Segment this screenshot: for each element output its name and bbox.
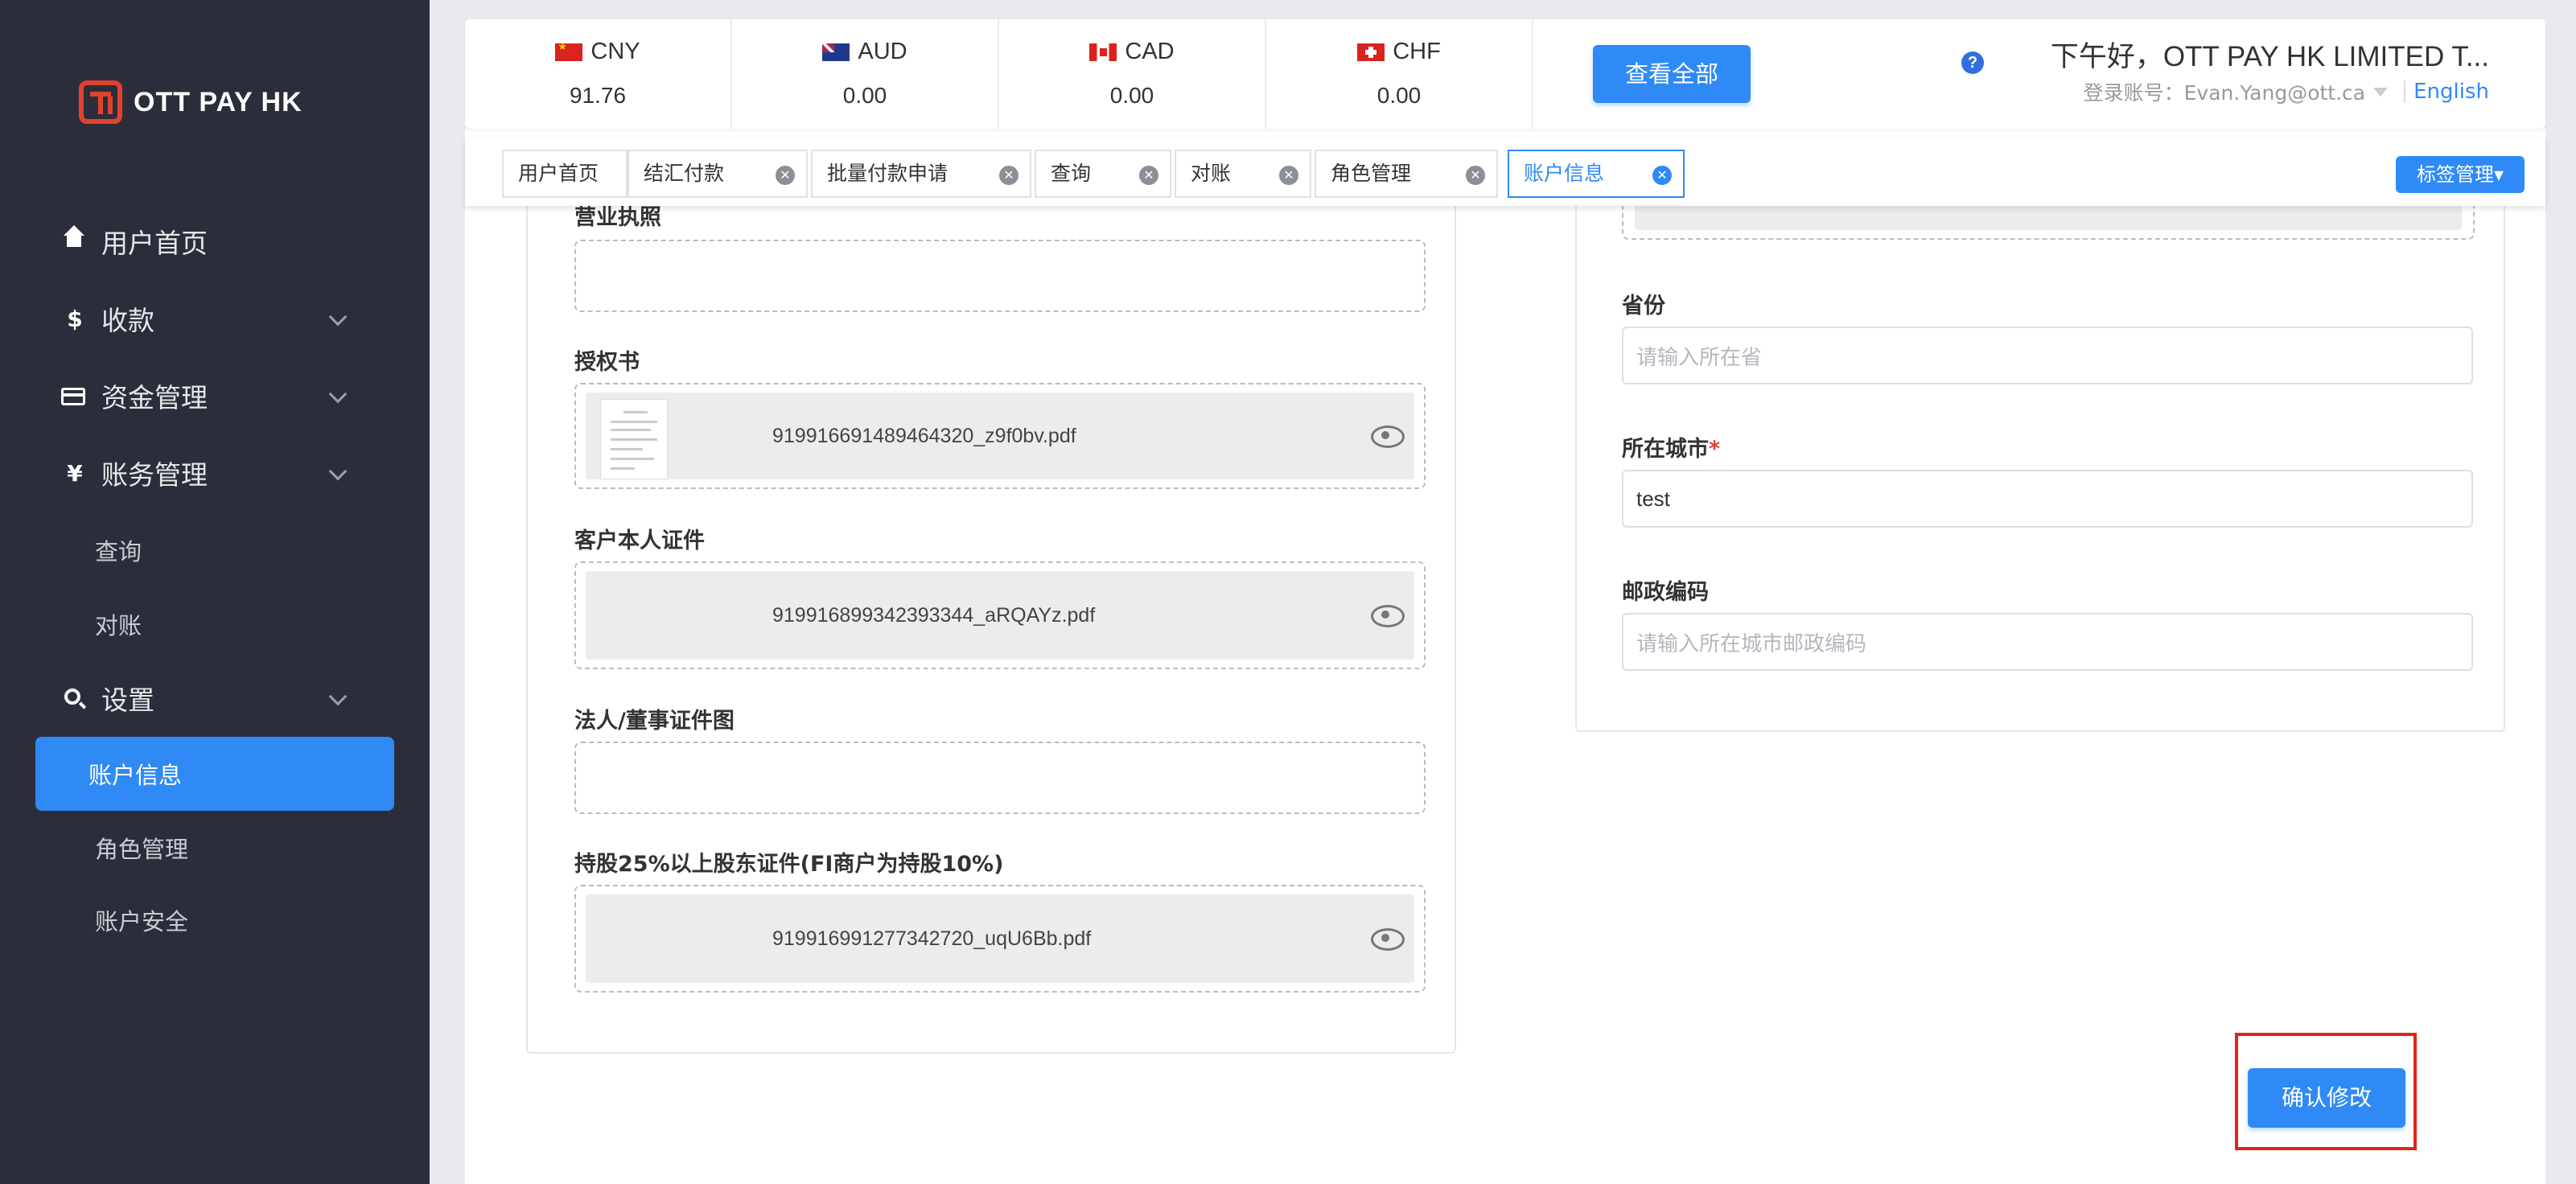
file-item: 919916899342393344_aRQAYz.pdf (586, 571, 1414, 660)
currency-balance: 0.00 (1376, 83, 1422, 108)
file-item: 919916991277342720_uqU6Bb.pdf (586, 894, 1414, 983)
view-all-button[interactable]: 查看全部 (1593, 45, 1751, 103)
tab-batch-payment[interactable]: 批量付款申请 ✕ (811, 150, 1031, 198)
sidebar-item-label: 账务管理 (101, 459, 208, 491)
authorization-upload[interactable]: 919916691489464320_z9f0bv.pdf (574, 383, 1426, 489)
confirm-button[interactable]: 确认修改 (2248, 1068, 2405, 1128)
china-flag-icon (555, 40, 583, 61)
divider (2404, 80, 2406, 103)
currency-cad: CAD 0.00 (999, 19, 1266, 129)
city-label: 所在城市* (1622, 437, 1721, 462)
sidebar-item-receive[interactable]: $ 收款 (0, 286, 430, 351)
sidebar: OTT PAY HK 用户首页 $ 收款 资金管理 ¥ 账务管理 查询 对账 设… (0, 0, 430, 1184)
customer-id-label: 客户本人证件 (574, 528, 705, 553)
card-icon (61, 388, 85, 405)
close-icon[interactable]: ✕ (1279, 166, 1298, 185)
chevron-down-icon (328, 384, 348, 404)
home-icon (64, 225, 84, 251)
eye-icon[interactable] (1371, 605, 1405, 627)
city-input[interactable]: test (1622, 470, 2473, 528)
currency-chf: CHF 0.00 (1266, 19, 1533, 129)
switzerland-flag-icon (1357, 43, 1385, 61)
tab-manager-button[interactable]: 标签管理▾ (2396, 156, 2525, 193)
currency-balance: 0.00 (1109, 83, 1154, 108)
currency-aud: AUD 0.00 (732, 19, 999, 129)
sidebar-item-label: 资金管理 (101, 382, 208, 413)
logo[interactable]: OTT PAY HK (79, 80, 302, 124)
currency-cny: CNY 91.76 (465, 19, 732, 129)
province-label: 省份 (1622, 294, 1665, 319)
postal-code-label: 邮政编码 (1622, 580, 1709, 605)
search-icon (64, 689, 80, 705)
greeting: 下午好，OTT PAY HK LIMITED T... (2050, 41, 2489, 72)
sidebar-item-funds[interactable]: 资金管理 (0, 364, 430, 428)
sidebar-item-settings[interactable]: 设置 (0, 666, 430, 730)
currency-balance: 0.00 (842, 83, 887, 108)
eye-icon[interactable] (1371, 928, 1405, 951)
yen-icon: ¥ (67, 459, 83, 487)
logo-mark-icon (79, 80, 122, 124)
currency-balance: 91.76 (569, 83, 627, 108)
legal-person-id-label: 法人/董事证件图 (574, 709, 735, 734)
tab-account-info[interactable]: 账户信息 ✕ (1508, 150, 1685, 198)
sidebar-item-accounting[interactable]: ¥ 账务管理 (0, 441, 430, 505)
australia-flag-icon (822, 43, 850, 61)
legal-person-id-upload[interactable] (574, 742, 1426, 814)
sidebar-subitem-reconcile[interactable]: 对账 (0, 592, 430, 656)
sidebar-item-home[interactable]: 用户首页 (0, 209, 430, 273)
tab-settlement[interactable]: 结汇付款 ✕ (628, 150, 808, 198)
file-name: 919916991277342720_uqU6Bb.pdf (772, 927, 1092, 950)
required-mark: * (1709, 437, 1721, 462)
sidebar-subitem-role-management[interactable]: 角色管理 (0, 816, 430, 880)
sidebar-item-label: 用户首页 (101, 228, 208, 259)
file-item: 919916691489464320_z9f0bv.pdf (586, 393, 1414, 479)
document-thumbnail[interactable] (600, 399, 668, 479)
sidebar-subitem-account-security[interactable]: 账户安全 (0, 888, 430, 952)
dollar-icon: $ (67, 305, 83, 332)
file-name: 919916691489464320_z9f0bv.pdf (772, 424, 1076, 447)
language-switch[interactable]: English (2413, 80, 2489, 104)
canada-flag-icon (1089, 43, 1117, 61)
caret-down-icon[interactable] (2373, 87, 2389, 97)
file-name: 919916899342393344_aRQAYz.pdf (772, 603, 1096, 627)
account-label: 登录账号：Evan.Yang@ott.ca (2083, 81, 2366, 105)
tab-reconcile[interactable]: 对账 ✕ (1175, 150, 1311, 198)
tabs-bar: 用户首页 结汇付款 ✕ 批量付款申请 ✕ 查询 ✕ 对账 ✕ 角色管理 ✕ 账户… (465, 138, 2545, 206)
tab-query[interactable]: 查询 ✕ (1035, 150, 1171, 198)
close-icon[interactable]: ✕ (1466, 166, 1485, 185)
close-icon[interactable]: ✕ (1139, 166, 1158, 185)
close-icon[interactable]: ✕ (776, 166, 795, 185)
logo-text: OTT PAY HK (134, 86, 302, 117)
tab-role-management[interactable]: 角色管理 ✕ (1315, 150, 1498, 198)
chevron-down-icon (328, 462, 348, 481)
eye-icon[interactable] (1371, 426, 1405, 448)
sidebar-item-label: 设置 (101, 684, 154, 716)
postal-code-input[interactable]: 请输入所在城市邮政编码 (1622, 613, 2473, 671)
shareholder-id-upload[interactable]: 919916991277342720_uqU6Bb.pdf (574, 885, 1426, 993)
help-icon[interactable]: ? (1961, 51, 1984, 74)
shareholder-id-label: 持股25%以上股东证件(FI商户为持股10%) (574, 852, 1004, 877)
chevron-down-icon (328, 687, 348, 706)
province-input[interactable]: 请输入所在省 (1622, 327, 2473, 384)
close-icon[interactable]: ✕ (999, 166, 1018, 185)
chevron-down-icon (328, 307, 348, 327)
tab-home[interactable]: 用户首页 (502, 150, 628, 198)
customer-id-upload[interactable]: 919916899342393344_aRQAYz.pdf (574, 561, 1426, 669)
sidebar-item-label: 收款 (101, 305, 154, 336)
authorization-label: 授权书 (574, 350, 640, 375)
sidebar-subitem-query[interactable]: 查询 (0, 518, 430, 582)
business-license-upload[interactable] (574, 240, 1426, 312)
sidebar-subitem-account-info[interactable]: 账户信息 (35, 737, 394, 811)
account-info: 登录账号：Evan.Yang@ott.ca English (2084, 77, 2489, 106)
close-icon[interactable]: ✕ (1652, 166, 1672, 185)
